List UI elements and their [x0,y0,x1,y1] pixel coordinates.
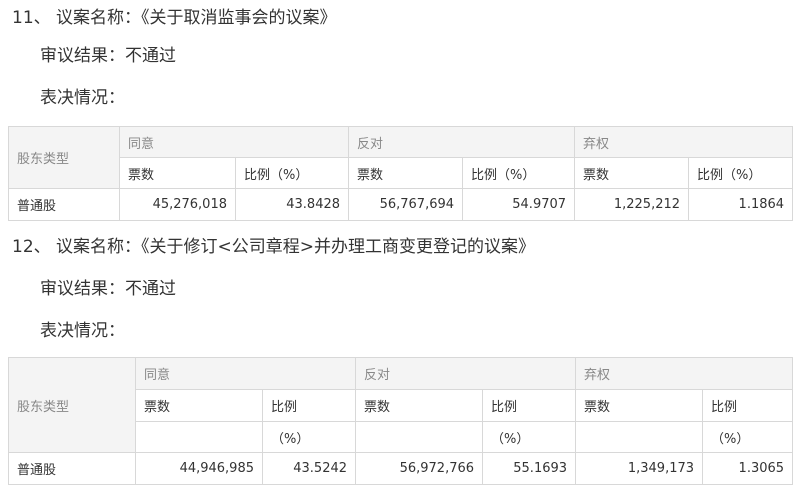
header-against-ratio: 比例 [482,389,577,422]
row-type: 普通股 [8,452,136,485]
header-shareholder-type: 股东类型 [8,126,120,189]
header-agree-votes: 票数 [135,389,263,422]
header-abstain-votes: 票数 [575,389,704,422]
header-agree-ratio-unit: （%） [261,421,357,453]
motion-11-voting-label: 表决情况： [40,88,125,108]
header-abstain-ratio-unit: （%） [702,421,794,453]
abstain-votes: 1,349,173 [575,452,704,485]
agree-votes: 44,946,985 [135,452,263,485]
table-row: 普通股 44,946,985 43.5242 56,972,766 55.169… [8,452,794,485]
against-votes: 56,767,694 [348,188,464,221]
agree-ratio: 43.5242 [261,452,357,485]
header-agree-votes: 票数 [119,157,236,189]
header-against-votes: 票数 [348,157,464,189]
table-row: 普通股 45,276,018 43.8428 56,767,694 54.970… [8,188,794,221]
header-abstain-ratio: 比例（%） [688,157,794,189]
header-against-ratio-unit: （%） [482,421,577,453]
header-agree-votes-blank [135,421,263,453]
motion-11-title: 11、 议案名称：《关于取消监事会的议案》 [12,8,337,28]
motion-12-voting-label: 表决情况： [40,321,125,341]
header-against: 反对 [348,126,576,158]
motion-12-result: 审议结果：不通过 [40,279,176,299]
header-against-votes-blank [355,421,484,453]
header-abstain-ratio: 比例 [702,389,794,422]
header-agree-ratio: 比例（%） [234,157,350,189]
against-votes: 56,972,766 [355,452,484,485]
against-ratio: 55.1693 [482,452,577,485]
header-abstain-votes-blank [575,421,704,453]
header-against-ratio: 比例（%） [462,157,576,189]
header-shareholder-type: 股东类型 [8,357,136,453]
motion-12-vote-table: 股东类型 同意 反对 弃权 票数 比例 票数 比例 票数 比例 （%） （%） … [8,357,794,485]
header-abstain: 弃权 [574,126,794,158]
motion-11-vote-table: 股东类型 同意 反对 弃权 票数 比例（%） 票数 比例（%） 票数 比例（%）… [8,126,794,221]
header-agree: 同意 [134,357,357,390]
abstain-ratio: 1.1864 [688,188,794,221]
header-against-votes: 票数 [355,389,484,422]
header-abstain-votes: 票数 [574,157,690,189]
motion-12-title: 12、 议案名称：《关于修订<公司章程>并办理工商变更登记的议案》 [12,237,536,257]
against-ratio: 54.9707 [462,188,576,221]
motion-11-result: 审议结果：不通过 [40,46,176,66]
header-against: 反对 [355,357,577,390]
header-abstain: 弃权 [575,357,794,390]
agree-ratio: 43.8428 [234,188,350,221]
header-agree-ratio: 比例 [261,389,357,422]
abstain-ratio: 1.3065 [702,452,794,485]
header-agree: 同意 [118,126,350,158]
abstain-votes: 1,225,212 [574,188,690,221]
agree-votes: 45,276,018 [119,188,236,221]
row-type: 普通股 [8,188,120,221]
